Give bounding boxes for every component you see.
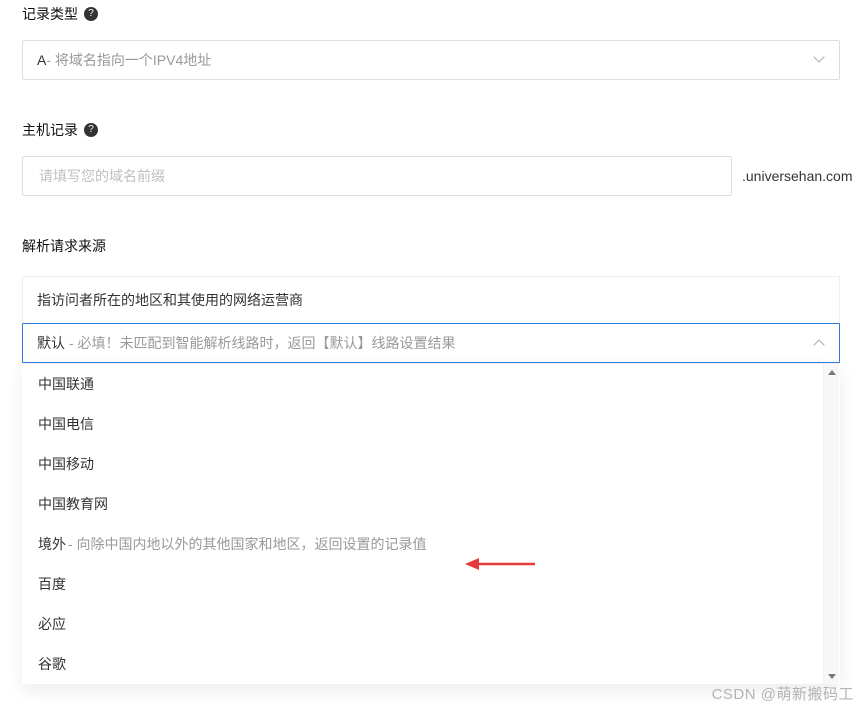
source-option-name: 境外 (38, 534, 66, 554)
scroll-down-icon[interactable] (824, 668, 839, 684)
source-option[interactable]: 境外 - 向除中国内地以外的其他国家和地区，返回设置的记录值 (22, 524, 840, 564)
source-option-name: 谷歌 (38, 654, 66, 674)
source-option-name: 百度 (38, 574, 66, 594)
host-record-label: 主机记录 (22, 120, 78, 140)
host-record-group: 主机记录 ? .universehan.com (22, 120, 840, 196)
record-type-label-row: 记录类型 ? (22, 4, 840, 24)
source-option[interactable]: 中国联通 (22, 364, 840, 404)
source-selected-hint: - 必填！未匹配到智能解析线路时，返回【默认】线路设置结果 (65, 335, 455, 351)
record-type-label: 记录类型 (22, 4, 78, 24)
record-type-select[interactable]: A- 将域名指向一个IPV4地址 (22, 40, 840, 80)
host-record-label-row: 主机记录 ? (22, 120, 840, 140)
record-type-value: A- 将域名指向一个IPV4地址 (37, 50, 815, 70)
source-group: 解析请求来源 指访问者所在的地区和其使用的网络运营商 默认 - 必填！未匹配到智… (22, 236, 840, 684)
record-type-value-prefix: A (37, 52, 46, 68)
source-option-name: 必应 (38, 614, 66, 634)
record-type-value-desc: - 将域名指向一个IPV4地址 (46, 52, 211, 68)
chevron-down-icon (815, 55, 825, 65)
domain-suffix: .universehan.com (742, 168, 853, 184)
record-type-group: 记录类型 ? A- 将域名指向一个IPV4地址 (22, 0, 840, 80)
source-option[interactable]: 百度 (22, 564, 840, 604)
source-dropdown-scroll: 中国联通 中国电信 中国移动 中国教育网 境外 - 向除中国内地以 (22, 364, 840, 684)
source-option-name: 中国电信 (38, 414, 94, 434)
source-option[interactable]: 必应 (22, 604, 840, 644)
source-option-name: 中国移动 (38, 454, 94, 474)
source-label: 解析请求来源 (22, 236, 840, 256)
source-select[interactable]: 默认 - 必填！未匹配到智能解析线路时，返回【默认】线路设置结果 (22, 323, 840, 363)
host-record-row: .universehan.com (22, 156, 840, 196)
watermark: CSDN @萌新搬码工 (712, 683, 854, 704)
source-header: 指访问者所在的地区和其使用的网络运营商 (22, 276, 840, 324)
source-option-name: 中国教育网 (38, 494, 108, 514)
host-record-input-wrap (22, 156, 732, 196)
source-selected: 默认 - 必填！未匹配到智能解析线路时，返回【默认】线路设置结果 (37, 333, 455, 353)
source-option[interactable]: 中国电信 (22, 404, 840, 444)
source-header-text: 指访问者所在的地区和其使用的网络运营商 (37, 290, 303, 310)
help-icon[interactable]: ? (84, 123, 98, 137)
scroll-up-icon[interactable] (824, 364, 839, 380)
source-dropdown: 中国联通 中国电信 中国移动 中国教育网 境外 - 向除中国内地以 (22, 363, 840, 684)
chevron-up-icon (815, 338, 825, 348)
help-icon[interactable]: ? (84, 7, 98, 21)
source-option[interactable]: 谷歌 (22, 644, 840, 684)
source-option[interactable]: 中国移动 (22, 444, 840, 484)
scrollbar[interactable] (823, 364, 839, 684)
source-option-name: 中国联通 (38, 374, 94, 394)
source-selected-name: 默认 (37, 335, 65, 351)
source-option-desc: - 向除中国内地以外的其他国家和地区，返回设置的记录值 (68, 534, 427, 554)
source-option[interactable]: 中国教育网 (22, 484, 840, 524)
host-record-input[interactable] (37, 167, 717, 185)
